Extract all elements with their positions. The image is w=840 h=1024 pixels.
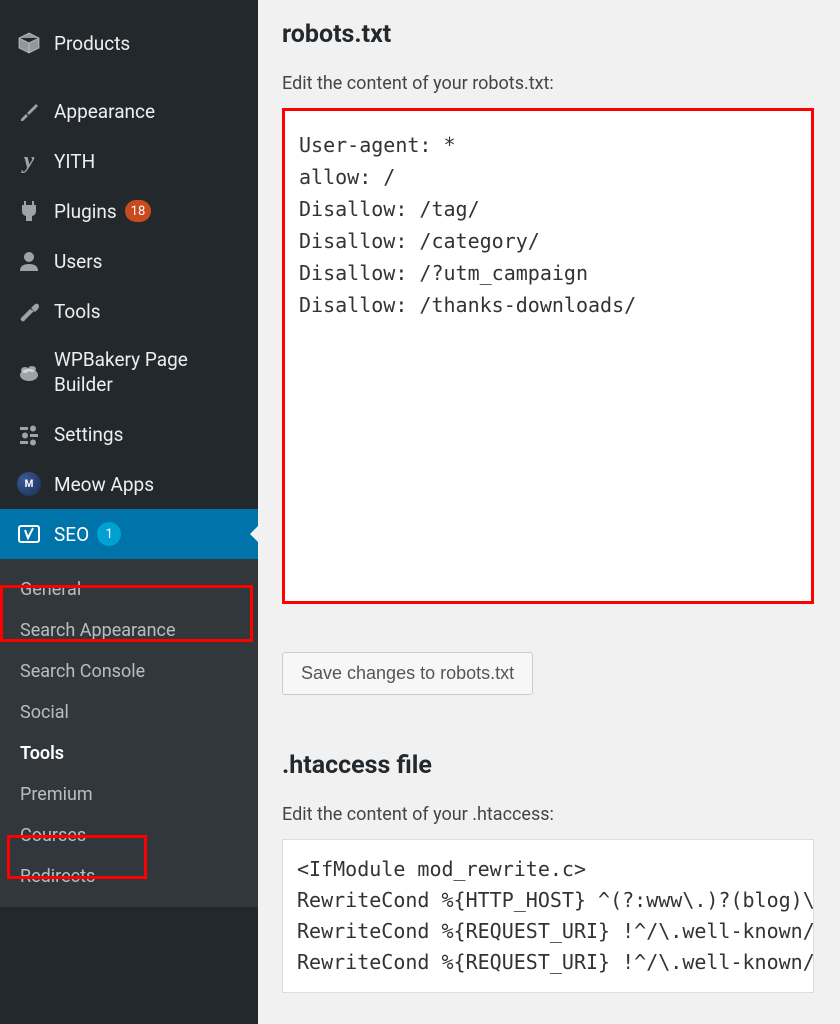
sidebar-item-yith[interactable]: y YITH	[0, 136, 258, 186]
sidebar-item-label: Appearance	[54, 100, 155, 123]
htaccess-textarea[interactable]: <IfModule mod_rewrite.c> RewriteCond %{H…	[282, 839, 814, 993]
meow-icon: M	[14, 471, 44, 497]
sidebar-item-seo[interactable]: SEO 1	[0, 509, 258, 559]
seo-badge: 1	[97, 522, 121, 546]
htaccess-title: .htaccess file	[282, 751, 820, 780]
sidebar-item-label: WPBakery Page Builder	[54, 348, 246, 397]
robots-title: robots.txt	[282, 20, 820, 49]
appearance-icon	[14, 98, 44, 124]
submenu-general[interactable]: General	[0, 569, 258, 610]
sidebar-item-label: YITH	[54, 150, 95, 173]
save-robots-button[interactable]: Save changes to robots.txt	[282, 652, 533, 695]
submenu-redirects[interactable]: Redirects	[0, 856, 258, 897]
sidebar-item-label: Settings	[54, 423, 123, 446]
woocommerce-icon	[14, 0, 44, 6]
submenu-search-appearance[interactable]: Search Appearance	[0, 610, 258, 651]
submenu-social[interactable]: Social	[0, 692, 258, 733]
tools-icon	[14, 298, 44, 324]
sidebar-item-appearance[interactable]: Appearance	[0, 86, 258, 136]
sidebar-item-label: SEO	[54, 523, 89, 546]
wpbakery-icon	[14, 360, 44, 386]
sidebar-item-label: WooCommerce	[54, 0, 185, 5]
users-icon	[14, 248, 44, 274]
sidebar-item-plugins[interactable]: Plugins 18	[0, 186, 258, 236]
yith-icon: y	[14, 148, 44, 174]
sidebar-item-label: Tools	[54, 300, 101, 323]
submenu-premium[interactable]: Premium	[0, 774, 258, 815]
products-icon	[14, 30, 44, 56]
sidebar-item-meow[interactable]: M Meow Apps	[0, 459, 258, 509]
sidebar-item-wpbakery[interactable]: WPBakery Page Builder	[0, 336, 258, 409]
submenu-tools[interactable]: Tools	[0, 733, 258, 774]
htaccess-desc: Edit the content of your .htaccess:	[282, 804, 820, 825]
sidebar-item-label: Plugins	[54, 200, 117, 223]
sidebar-item-label: Products	[54, 32, 130, 55]
sidebar-item-users[interactable]: Users	[0, 236, 258, 286]
sidebar-item-label: Users	[54, 250, 102, 273]
sidebar-item-woocommerce[interactable]: WooCommerce	[0, 0, 258, 18]
sidebar-item-settings[interactable]: Settings	[0, 409, 258, 459]
sidebar-item-label: Meow Apps	[54, 473, 154, 496]
active-indicator-icon	[250, 524, 258, 544]
settings-icon	[14, 421, 44, 447]
main-content: robots.txt Edit the content of your robo…	[258, 0, 840, 1024]
plugins-icon	[14, 198, 44, 224]
submenu-search-console[interactable]: Search Console	[0, 651, 258, 692]
robots-desc: Edit the content of your robots.txt:	[282, 73, 820, 94]
sidebar-item-tools[interactable]: Tools	[0, 286, 258, 336]
admin-sidebar: WooCommerce Products Appearance y YITH P…	[0, 0, 258, 1024]
submenu-courses[interactable]: Courses	[0, 815, 258, 856]
yoast-icon	[14, 521, 44, 547]
seo-submenu: General Search Appearance Search Console…	[0, 559, 258, 907]
plugins-badge: 18	[125, 200, 152, 222]
sidebar-item-products[interactable]: Products	[0, 18, 258, 68]
robots-textarea[interactable]: User-agent: * allow: / Disallow: /tag/ D…	[282, 108, 814, 604]
